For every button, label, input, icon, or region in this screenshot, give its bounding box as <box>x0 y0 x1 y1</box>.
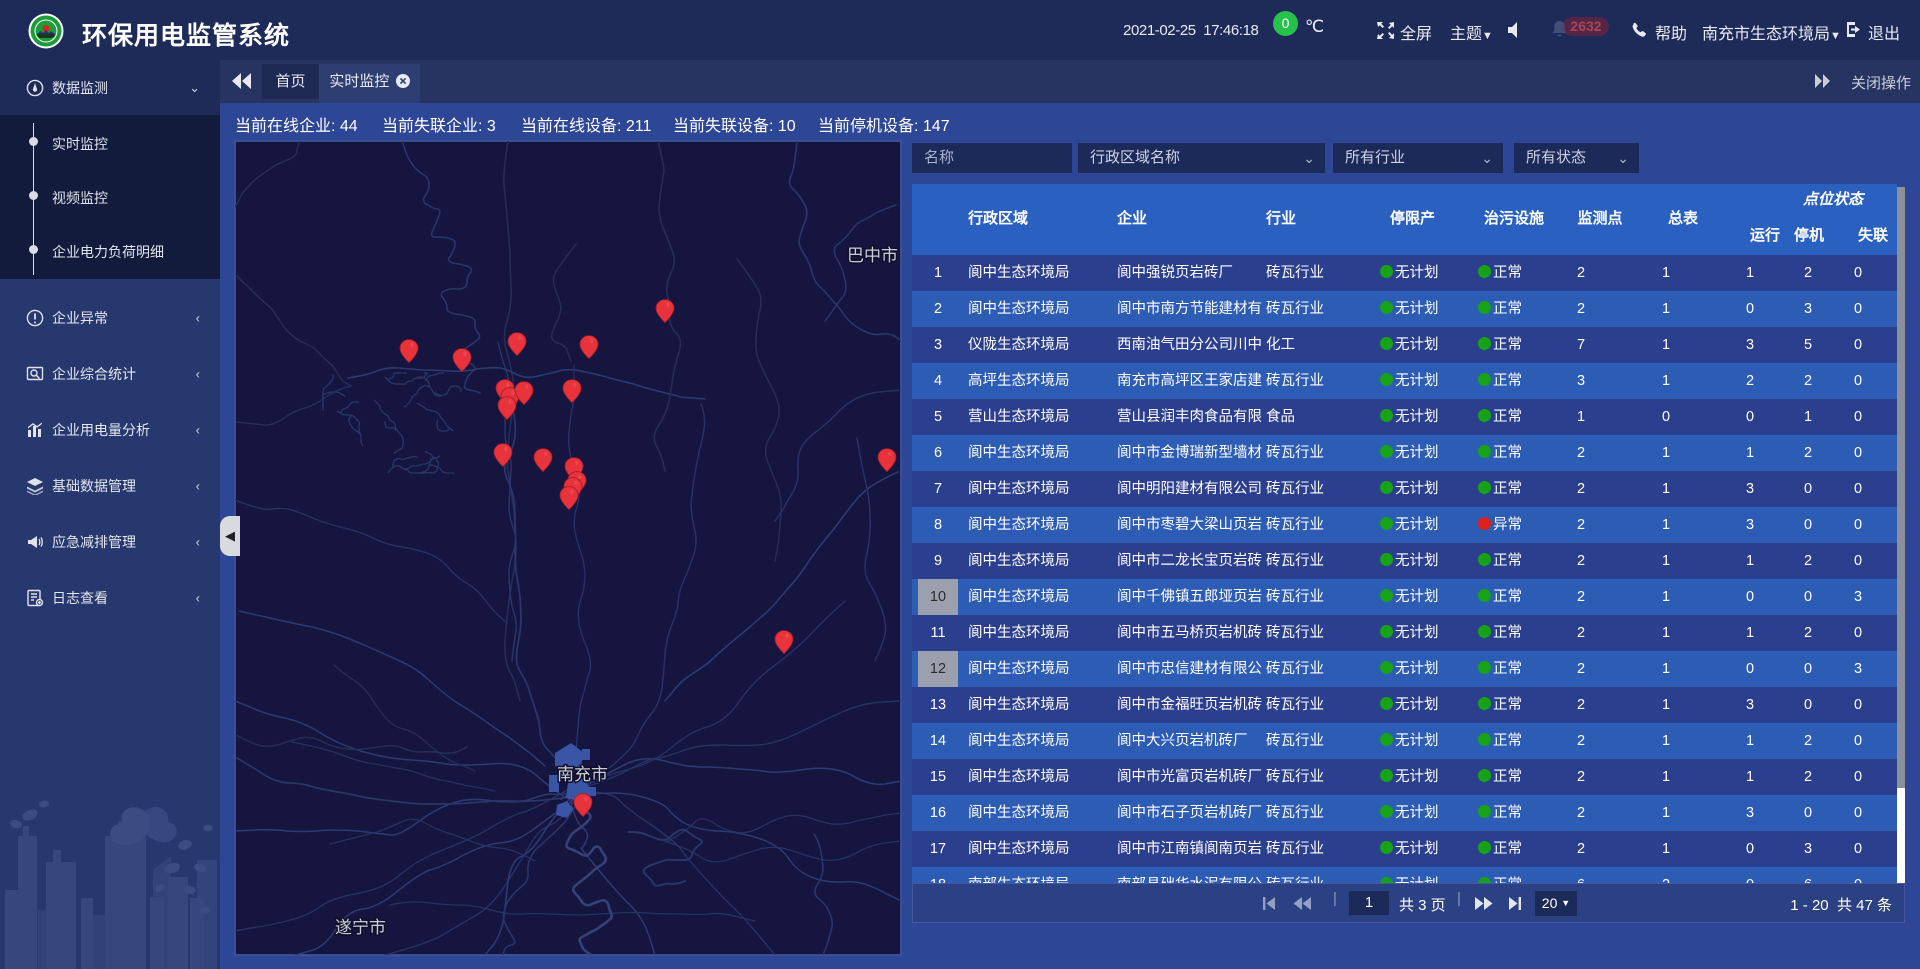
svg-text:遂宁市: 遂宁市 <box>335 918 386 937</box>
svg-text:巴中市: 巴中市 <box>847 246 898 265</box>
svg-text:南充市: 南充市 <box>557 765 608 784</box>
